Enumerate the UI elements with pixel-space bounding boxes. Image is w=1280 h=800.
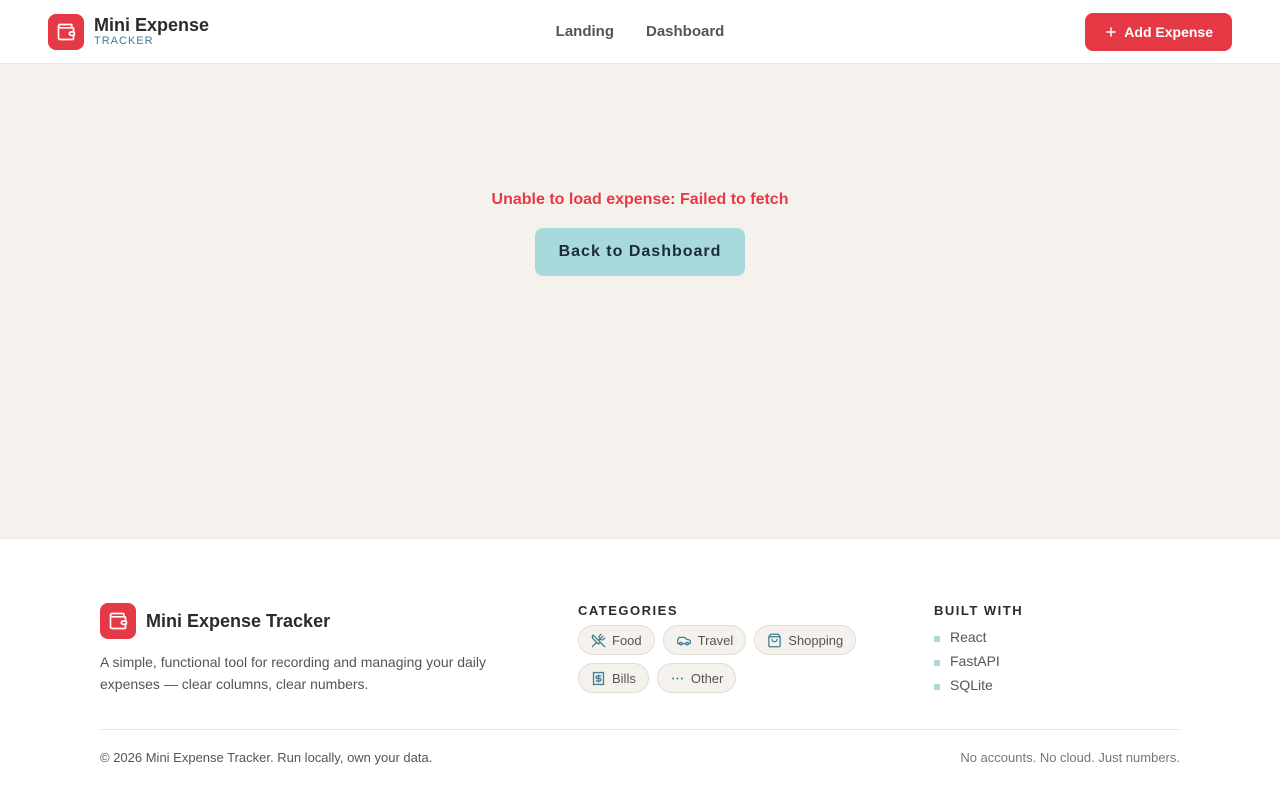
wallet-icon (100, 603, 136, 639)
built-with-label: React (950, 629, 987, 645)
built-with-label: FastAPI (950, 653, 1000, 669)
category-label: Other (690, 670, 724, 686)
top-header: Mini Expense TRACKER Landing Dashboard A… (0, 0, 1280, 64)
bullet-square-icon (934, 684, 940, 690)
shopping-bag-icon (768, 633, 782, 647)
ellipsis-icon (671, 677, 683, 679)
utensils-crossed-icon (591, 633, 606, 647)
footer-about: Mini Expense Tracker A simple, functiona… (100, 603, 578, 697)
footer-brand-title: Mini Expense Tracker (146, 610, 331, 631)
nav-dashboard[interactable]: Dashboard (646, 23, 724, 40)
category-chip-food[interactable]: Food (578, 625, 655, 655)
add-expense-label: Add Expense (1124, 23, 1213, 40)
bullet-square-icon (934, 636, 940, 642)
brand-title: Mini Expense (94, 15, 210, 35)
footer-description: A simple, functional tool for recording … (100, 654, 486, 692)
footer-bottom: © 2026 Mini Expense Tracker. Run locally… (100, 729, 1180, 765)
built-with-item: React (934, 625, 1180, 649)
categories-heading: CATEGORIES (578, 603, 678, 618)
bullet-square-icon (934, 660, 940, 666)
nav-landing[interactable]: Landing (556, 23, 614, 40)
built-with-label: SQLite (950, 677, 993, 693)
error-message: Unable to load expense: Failed to fetch (491, 191, 789, 208)
brand[interactable]: Mini Expense TRACKER (48, 13, 210, 50)
footer-built-with: BUILT WITH React FastAPI SQLite (934, 603, 1180, 697)
category-label: Food (612, 632, 642, 648)
main-content: Unable to load expense: Failed to fetch … (0, 64, 1280, 539)
category-chip-travel[interactable]: Travel (662, 625, 747, 655)
receipt-icon (592, 671, 605, 685)
category-label: Shopping (788, 632, 844, 648)
back-to-dashboard-button[interactable]: Back to Dashboard (534, 228, 746, 276)
main-nav: Landing Dashboard (556, 23, 725, 40)
car-icon (676, 636, 691, 645)
category-chip-shopping[interactable]: Shopping (754, 625, 857, 655)
built-with-item: FastAPI (934, 649, 1180, 673)
wallet-icon (48, 13, 84, 50)
copyright-text: © 2026 Mini Expense Tracker. Run locally… (100, 750, 433, 765)
plus-icon (1106, 26, 1117, 37)
built-with-item: SQLite (934, 673, 1180, 697)
category-chip-other[interactable]: Other (656, 663, 737, 693)
category-label: Travel (697, 632, 734, 648)
brand-subtitle: TRACKER (94, 35, 154, 47)
category-label: Bills (612, 670, 636, 686)
footer-categories: CATEGORIES Food Travel Shopping Bills Ot… (578, 603, 934, 697)
built-with-heading: BUILT WITH (934, 603, 1024, 618)
footer-tagline: No accounts. No cloud. Just numbers. (960, 750, 1180, 765)
add-expense-button[interactable]: Add Expense (1085, 12, 1232, 51)
footer: Mini Expense Tracker A simple, functiona… (0, 539, 1280, 765)
category-chip-bills[interactable]: Bills (578, 663, 649, 693)
